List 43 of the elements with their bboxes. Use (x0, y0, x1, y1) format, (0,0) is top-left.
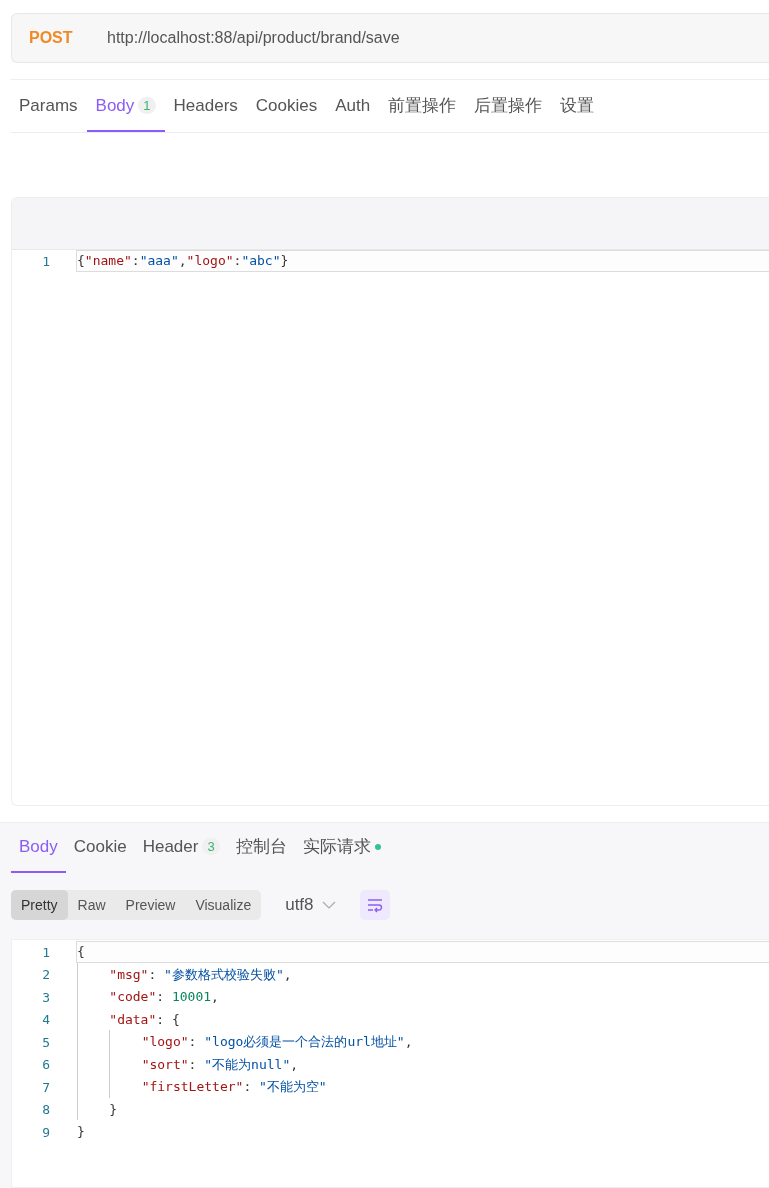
encoding-select[interactable]: utf8 (279, 894, 342, 916)
count-badge: 1 (138, 97, 156, 114)
line-number: 3 (41, 989, 51, 1005)
response-tab[interactable]: Body (11, 823, 66, 873)
code-line: "logo": "logo必须是一个合法的url地址", (76, 1031, 769, 1054)
line-number: 9 (41, 1124, 51, 1140)
response-tab[interactable]: Header 3 (134, 823, 228, 873)
chevron-down-icon (321, 900, 336, 910)
request-tab[interactable]: 设置 (551, 80, 604, 132)
view-mode-button[interactable]: Visualize (185, 890, 262, 920)
view-mode-button[interactable]: Pretty (11, 890, 68, 920)
line-number: 7 (41, 1079, 51, 1095)
url-field[interactable]: http://localhost:88/api/product/brand/save (107, 29, 769, 47)
code-line: } (76, 1123, 86, 1142)
request-tab[interactable]: Headers (164, 80, 247, 132)
code-line: "msg": "参数格式校验失败", (76, 963, 769, 986)
request-tab[interactable]: 后置操作 (465, 80, 552, 132)
line-number: 2 (41, 967, 51, 983)
code-line: } (76, 1098, 769, 1121)
wrap-icon (365, 897, 384, 913)
code-line: "sort": "不能为null", (76, 1053, 769, 1076)
response-tab[interactable]: 控制台 (227, 823, 295, 873)
request-tab[interactable]: 前置操作 (379, 80, 466, 132)
code-line: "code": 10001, (76, 986, 769, 1009)
code-line: "firstLetter": "不能为空" (76, 1076, 769, 1099)
wrap-button[interactable] (359, 890, 390, 920)
line-number: 1 (41, 253, 51, 269)
view-mode-button[interactable]: Raw (67, 890, 116, 920)
view-mode-button[interactable]: Preview (115, 890, 186, 920)
line-number: 6 (41, 1057, 51, 1073)
count-badge: 3 (202, 838, 220, 855)
request-tab[interactable]: Auth (326, 80, 380, 132)
response-tab[interactable]: Cookie (65, 823, 135, 873)
code-editor[interactable]: 1 {"name":"aaa","logo":"abc"} (11, 197, 769, 806)
request-tab[interactable]: Cookies (246, 80, 327, 132)
line-number: 8 (41, 1102, 51, 1118)
request-tab[interactable]: Params (11, 80, 87, 132)
line-number: 4 (41, 1012, 51, 1028)
request-tab[interactable]: Body 1 (86, 80, 165, 132)
code-line: "data": { (76, 1008, 769, 1031)
response-tab[interactable]: 实际请求 (294, 823, 389, 873)
line-number: 1 (41, 944, 51, 960)
line-number: 5 (41, 1034, 51, 1050)
